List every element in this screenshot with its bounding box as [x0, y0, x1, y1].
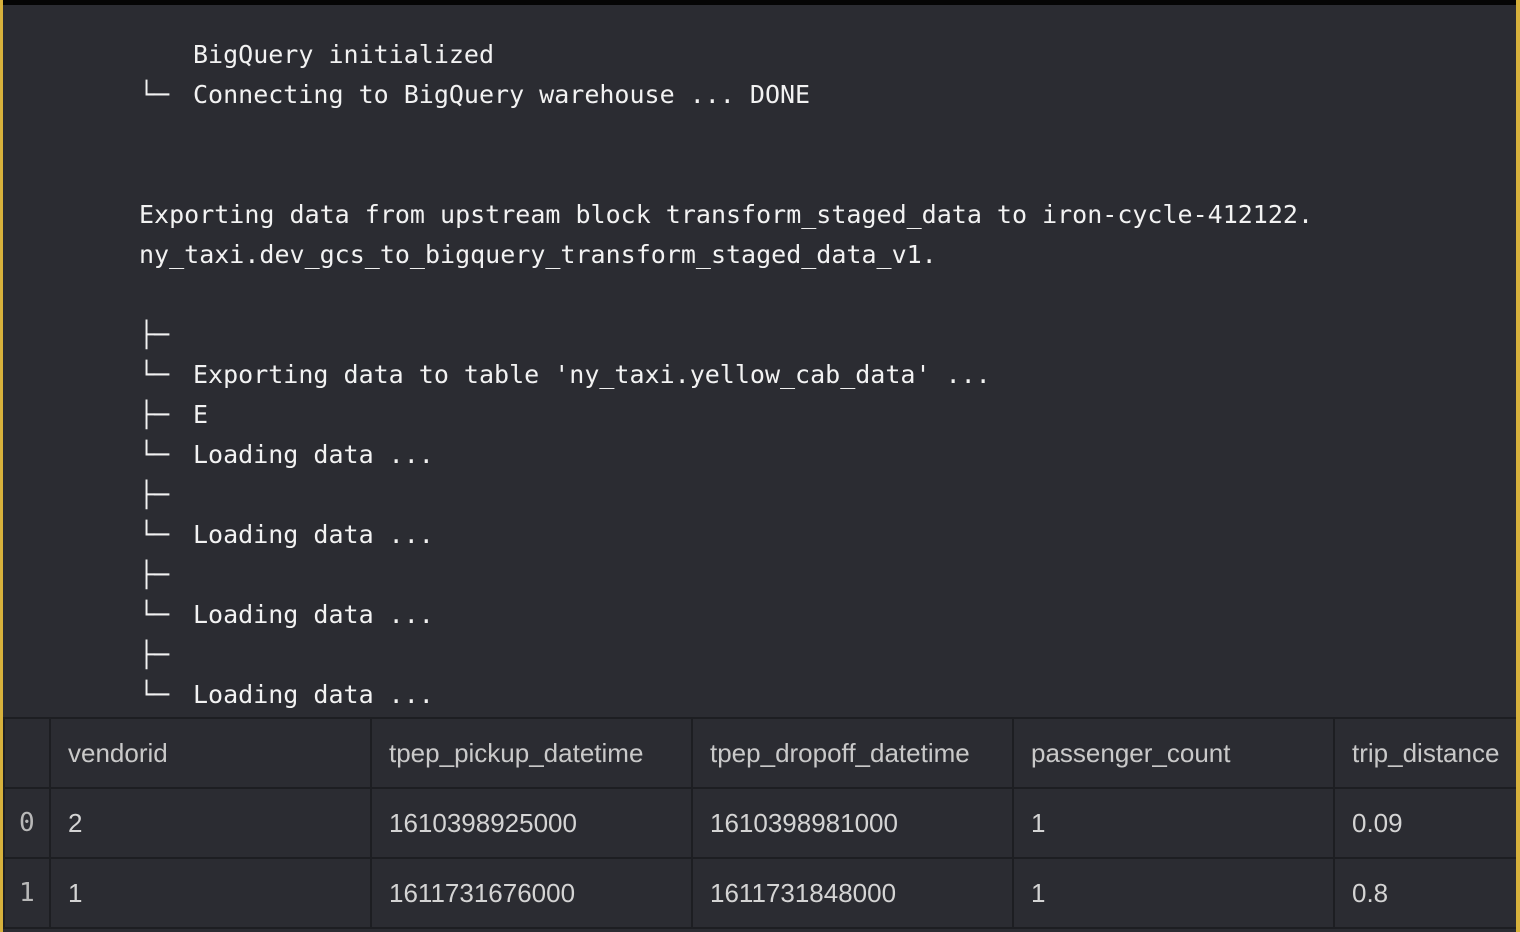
column-header[interactable]: vendorid [49, 717, 372, 789]
tree-connector: └─ [139, 520, 170, 549]
column-header[interactable]: trip_distance [1333, 717, 1516, 789]
index-header [3, 717, 51, 789]
log-line: └─ Loading data ... [139, 435, 434, 475]
table-row: 1 1 1611731676000 1611731848000 1 0.8 [3, 857, 1516, 929]
tree-connector: ├─ [139, 400, 170, 429]
column-header[interactable]: passenger_count [1012, 717, 1335, 789]
log-line: └─ Loading data ... [139, 675, 434, 715]
table-cell: 1610398925000 [370, 787, 693, 859]
tree-connector: └─ [139, 440, 170, 469]
tree-connector: ├─ [139, 320, 170, 349]
table-cell: 0.09 [1333, 787, 1516, 859]
table-cell: 1611731848000 [691, 857, 1014, 929]
log-text: Exporting data from upstream block trans… [139, 200, 1313, 229]
tree-connector: └─ [139, 680, 170, 709]
tree-connector: └─ [139, 600, 170, 629]
log-text: BigQuery initialized [193, 40, 495, 69]
log-line: BigQuery initialized [139, 35, 494, 75]
log-text: Loading data ... [193, 440, 434, 469]
output-frame: BigQuery initialized └─ Connecting to Big… [0, 0, 1520, 932]
table-cell: 1611731676000 [370, 857, 693, 929]
table-row: 0 2 1610398925000 1610398981000 1 0.09 [3, 787, 1516, 859]
output-panel: BigQuery initialized └─ Connecting to Big… [3, 5, 1516, 932]
table-cell: 1 [1012, 787, 1335, 859]
table-cell: 2 [49, 787, 372, 859]
right-border [1516, 0, 1520, 932]
log-line: └─ Exporting data to table 'ny_taxi.yello… [139, 355, 991, 395]
log-line: ├─ [139, 315, 193, 355]
log-line: └─ Connecting to BigQuery warehouse ... D… [139, 75, 810, 115]
log-text: E [193, 400, 209, 429]
tree-connector: ├─ [139, 480, 170, 509]
table-cell: 1 [49, 857, 372, 929]
column-header[interactable]: tpep_dropoff_datetime [691, 717, 1014, 789]
log-text: ny_taxi.dev_gcs_to_bigquery_transform_st… [139, 240, 937, 269]
log-line: Exporting data from upstream block trans… [139, 195, 1313, 235]
tree-connector: └─ [139, 360, 170, 389]
log-line: ny_taxi.dev_gcs_to_bigquery_transform_st… [139, 235, 937, 275]
log-text: Loading data ... [193, 600, 434, 629]
log-line: ├─ E [139, 395, 208, 435]
dataframe-output[interactable]: vendorid tpep_pickup_datetime tpep_dropo… [3, 717, 1516, 932]
log-line: ├─ [139, 555, 193, 595]
column-header[interactable]: tpep_pickup_datetime [370, 717, 693, 789]
log-text: Loading data ... [193, 520, 434, 549]
tree-connector: ├─ [139, 640, 170, 669]
data-table: vendorid tpep_pickup_datetime tpep_dropo… [3, 717, 1516, 929]
log-text: Exporting data to table 'ny_taxi.yellow_… [193, 360, 991, 389]
row-index: 1 [3, 857, 51, 929]
log-text: Loading data ... [193, 680, 434, 709]
row-index: 0 [3, 787, 51, 859]
table-header-row: vendorid tpep_pickup_datetime tpep_dropo… [3, 717, 1516, 789]
log-text: Connecting to BigQuery warehouse ... DON… [193, 80, 811, 109]
log-output: BigQuery initialized └─ Connecting to Big… [3, 5, 1516, 717]
tree-connector: └─ [139, 80, 170, 109]
tree-connector: ├─ [139, 560, 170, 589]
log-line: ├─ [139, 635, 193, 675]
log-line: └─ Loading data ... [139, 515, 434, 555]
log-line: └─ Loading data ... [139, 595, 434, 635]
table-cell: 1610398981000 [691, 787, 1014, 859]
log-line: ├─ [139, 475, 193, 515]
table-cell: 1 [1012, 857, 1335, 929]
table-cell: 0.8 [1333, 857, 1516, 929]
